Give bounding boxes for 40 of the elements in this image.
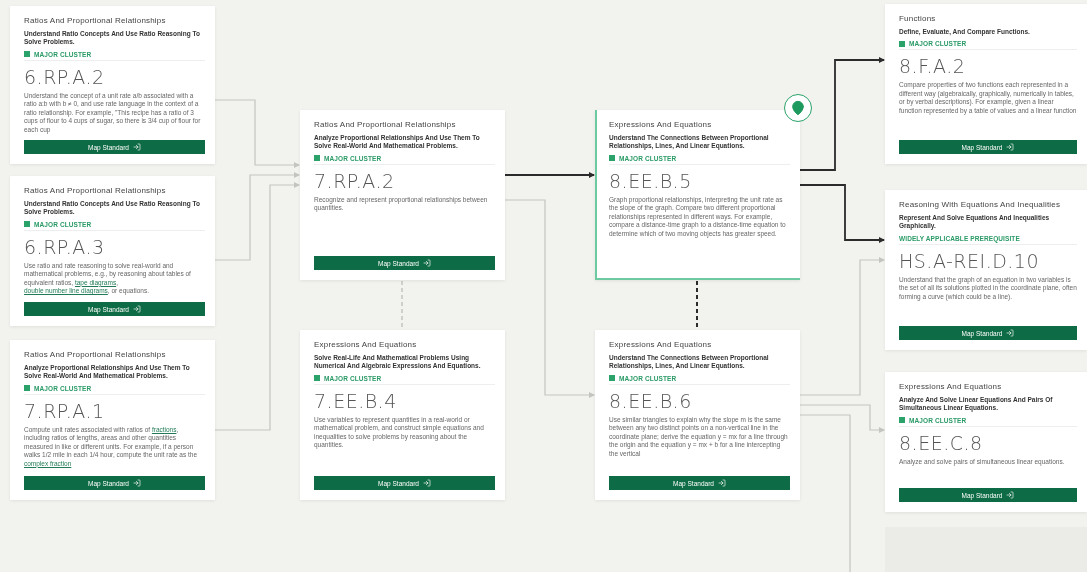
standard-code: 6.RP.A.2 — [24, 65, 106, 88]
login-icon — [1006, 491, 1015, 499]
standard-code: 7.RP.A.2 — [314, 169, 396, 192]
category-title: Expressions And Equations — [899, 382, 1003, 391]
category-title: Expressions And Equations — [609, 120, 713, 129]
standard-code: 8.F.A.2 — [899, 55, 967, 78]
square-icon — [609, 375, 615, 382]
category-title: Expressions And Equations — [314, 340, 418, 349]
category-title: Functions — [899, 14, 937, 23]
square-icon — [899, 417, 905, 424]
connector-line — [696, 280, 698, 330]
square-icon — [314, 155, 320, 162]
login-icon — [132, 305, 141, 313]
category-title: Reasoning With Equations And Inequalities — [899, 200, 1062, 209]
login-icon — [1006, 143, 1015, 151]
square-icon — [609, 155, 615, 162]
standard-code: 7.EE.B.4 — [314, 389, 398, 412]
login-icon — [132, 143, 141, 152]
square-icon — [24, 51, 30, 58]
square-icon — [899, 40, 905, 47]
category-title: Ratios And Proportional Relationships — [24, 16, 167, 25]
standard-code: HS.A-REI.D.10 — [899, 249, 1041, 272]
category-title: Ratios And Proportional Relationships — [24, 350, 167, 359]
category-title: Expressions And Equations — [609, 340, 713, 349]
category-title: Ratios And Proportional Relationships — [314, 120, 457, 129]
standard-code: 7.RP.A.1 — [24, 399, 106, 422]
login-icon — [1006, 329, 1015, 337]
login-icon — [422, 259, 431, 267]
login-icon — [717, 479, 726, 487]
login-icon — [132, 479, 141, 487]
standard-code: 8.EE.C.8 — [899, 431, 984, 454]
square-icon — [314, 375, 320, 382]
login-icon — [422, 479, 431, 487]
category-title: Ratios And Proportional Relationships — [24, 186, 167, 195]
square-icon — [24, 385, 30, 392]
standard-code: 6.RP.A.3 — [24, 235, 106, 258]
square-icon — [24, 221, 30, 228]
standard-code: 8.EE.B.5 — [609, 169, 693, 192]
standard-code: 8.EE.B.6 — [609, 389, 693, 412]
connector-line — [401, 280, 403, 330]
